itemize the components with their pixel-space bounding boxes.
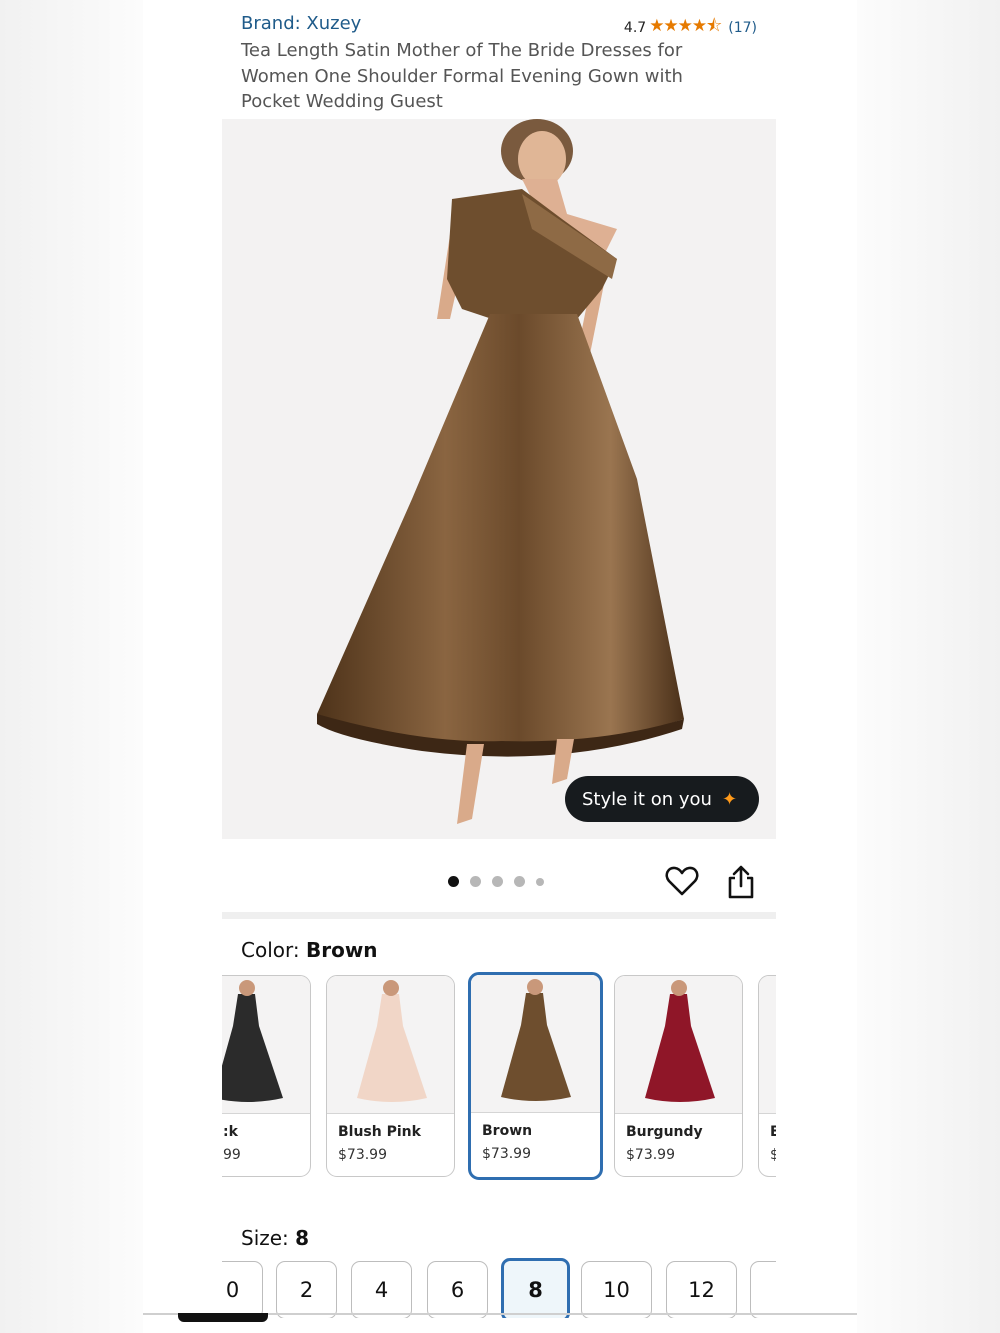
heart-icon[interactable]	[665, 864, 699, 898]
swatch-thumbnail	[471, 975, 600, 1113]
swatch-name: Burgundy	[626, 1124, 703, 1140]
color-label: Color: Brown	[241, 938, 378, 962]
swatch-name: Blush Pink	[338, 1124, 421, 1140]
swatch-thumbnail	[615, 976, 742, 1114]
product-page: Brand: Xuzey 4.7 ★★★★⯪ (17) Tea Length S…	[143, 0, 857, 1333]
brand-link[interactable]: Brand: Xuzey	[241, 13, 361, 34]
product-title: Tea Length Satin Mother of The Bride Dre…	[241, 40, 683, 112]
size-option-10[interactable]: 10	[581, 1261, 652, 1318]
swatch-name: E	[770, 1124, 776, 1140]
carousel-dot[interactable]	[448, 876, 459, 887]
color-swatch-list[interactable]: :k 99 Blush Pink $73.99 Brown $73.99 Bur…	[222, 972, 776, 1182]
left-margin	[0, 0, 143, 1333]
carousel-dot[interactable]	[536, 877, 544, 886]
color-swatch-brown[interactable]: Brown $73.99	[468, 972, 603, 1180]
selected-color: Brown	[305, 938, 378, 962]
image-carousel-dots[interactable]	[448, 876, 544, 887]
selected-size: 8	[295, 1226, 310, 1250]
swatch-thumbnail	[759, 976, 776, 1114]
swatch-price: $73.99	[338, 1147, 387, 1163]
color-swatch-black[interactable]: :k 99	[222, 975, 311, 1177]
color-swatch-next[interactable]: E $	[758, 975, 776, 1177]
color-label-prefix: Color:	[241, 938, 306, 962]
right-margin	[857, 0, 1000, 1333]
size-label: Size: 8	[241, 1226, 309, 1250]
carousel-dot[interactable]	[492, 876, 503, 887]
swatch-price: 99	[223, 1147, 241, 1163]
color-swatch-blush-pink[interactable]: Blush Pink $73.99	[326, 975, 455, 1177]
section-divider	[222, 912, 776, 919]
home-indicator	[178, 1313, 268, 1322]
size-option-list[interactable]: 0 2 4 6 8 10 12	[222, 1258, 776, 1318]
carousel-dot[interactable]	[514, 876, 525, 887]
size-option-next[interactable]	[750, 1261, 776, 1318]
swatch-name: Brown	[482, 1123, 533, 1139]
swatch-price: $73.99	[626, 1147, 675, 1163]
swatch-name: :k	[223, 1124, 238, 1140]
swatch-price: $73.99	[482, 1146, 531, 1162]
rating-value: 4.7	[623, 19, 647, 36]
swatch-thumbnail	[327, 976, 454, 1114]
share-icon[interactable]	[726, 864, 756, 900]
size-option-4[interactable]: 4	[351, 1261, 412, 1318]
size-option-12[interactable]: 12	[666, 1261, 737, 1318]
size-option-8[interactable]: 8	[501, 1258, 570, 1318]
size-option-0[interactable]: 0	[222, 1261, 263, 1318]
carousel-dot[interactable]	[470, 876, 481, 887]
color-swatch-burgundy[interactable]: Burgundy $73.99	[614, 975, 743, 1177]
style-it-on-you-button[interactable]: Style it on you ✦	[565, 776, 760, 822]
size-label-prefix: Size:	[241, 1226, 296, 1250]
swatch-thumbnail	[222, 976, 310, 1114]
swatch-price: $	[770, 1147, 776, 1163]
product-image[interactable]: Style it on you ✦	[222, 119, 776, 839]
size-option-6[interactable]: 6	[427, 1261, 488, 1318]
size-option-2[interactable]: 2	[276, 1261, 337, 1318]
sparkle-icon: ✦	[721, 788, 738, 810]
rating-count[interactable]: (17)	[728, 20, 757, 36]
style-button-label: Style it on you	[582, 788, 712, 810]
dress-illustration	[317, 119, 684, 824]
